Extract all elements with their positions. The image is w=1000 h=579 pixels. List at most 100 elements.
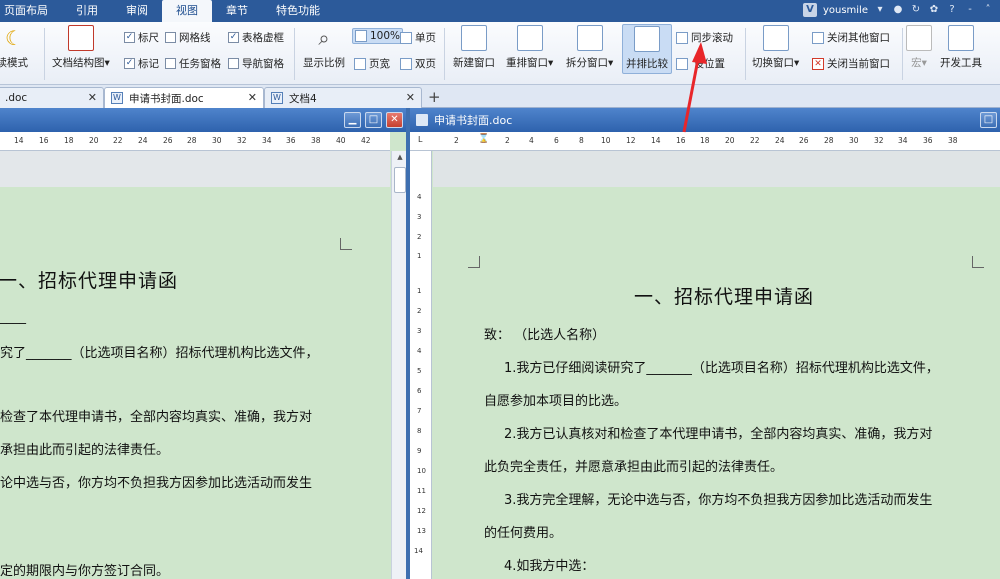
two-pages-button[interactable]: 双页 — [400, 56, 436, 71]
ruler-tick: 30 — [212, 136, 222, 145]
close-icon[interactable]: ✕ — [248, 91, 257, 104]
doc-map-button[interactable]: 文档结构图▾ — [52, 25, 110, 70]
right-horizontal-ruler: L 2 2 4 6 8 10 12 14 16 18 20 22 24 26 2… — [410, 132, 1000, 151]
user-area: V yousmile ▾ ● ↻ ✿ ? ‐ ˄ — [802, 3, 994, 17]
dev-tools-button[interactable]: 开发工具 — [940, 25, 982, 70]
macro-button[interactable]: 宏▾ — [906, 25, 932, 70]
close-icon[interactable]: ✕ — [88, 91, 97, 104]
macro-label: 宏▾ — [911, 57, 927, 69]
zoom-button[interactable]: ⌕ 显示比例 — [303, 25, 345, 70]
refresh-icon[interactable]: ↻ — [910, 4, 922, 16]
help-question-icon[interactable]: ? — [946, 4, 958, 16]
reset-position-button[interactable]: 重设位置 — [676, 56, 725, 71]
split-window-button[interactable]: 拆分窗口▾ — [566, 25, 613, 70]
minimize-button[interactable]: ▁ — [344, 112, 361, 128]
restore-button[interactable]: □ — [980, 112, 997, 128]
ruler-tick: 6 — [554, 136, 559, 145]
ruler-tick: 3 — [417, 327, 422, 335]
tab-doc-3[interactable]: W 文档4 ✕ — [264, 87, 422, 108]
sync-scroll-button[interactable]: 同步滚动 — [676, 30, 733, 45]
close-window-button[interactable]: ✕ — [386, 112, 403, 128]
chevron-up-icon[interactable]: ˄ — [982, 4, 994, 16]
skin-icon[interactable]: ✿ — [928, 4, 940, 16]
right-window-title: 申请书封面.doc — [434, 114, 513, 127]
close-other-icon — [812, 31, 824, 44]
user-name[interactable]: yousmile — [823, 5, 868, 16]
document-icon — [416, 114, 428, 126]
new-window-button[interactable]: 新建窗口 — [453, 25, 495, 70]
page-width-button[interactable]: 页宽 — [354, 56, 390, 71]
ruler-tick: 20 — [725, 136, 735, 145]
indent-marker-icon[interactable]: ⌛ — [478, 134, 489, 144]
menu-view[interactable]: 视图 — [162, 0, 212, 22]
left-horizontal-ruler: 14 16 18 20 22 24 26 28 30 32 34 36 38 4… — [0, 132, 390, 151]
minimize-icon[interactable]: ‐ — [964, 4, 976, 16]
menu-chapter[interactable]: 章节 — [212, 0, 262, 22]
gridlines-checkbox[interactable]: 网格线 — [165, 30, 211, 45]
user-avatar[interactable]: V — [802, 3, 817, 17]
nav-pane-label: 导航窗格 — [242, 58, 284, 70]
tab-doc-2[interactable]: W 申请书封面.doc ✕ — [104, 87, 264, 108]
right-heading: 一、招标代理申请函 — [634, 286, 815, 308]
ruler-label: 标尺 — [138, 32, 159, 44]
left-line-7: 定的期限内与你方签订合同。 — [0, 564, 170, 579]
ruler-tick: 36 — [286, 136, 296, 145]
ribbon-view: ☾ 阅读模式 文档结构图▾ ✓标尺 网格线 ✓表格虚框 ✓标记 任务窗格 导航窗… — [0, 22, 1000, 85]
tab-doc-2-label: 申请书封面.doc — [129, 92, 204, 105]
ruler-tick: 7 — [417, 407, 422, 415]
scrollbar-thumb[interactable] — [394, 167, 406, 193]
ruler-tick: 18 — [64, 136, 74, 145]
switch-window-text: 切换窗口 — [752, 57, 794, 69]
ruler-checkbox[interactable]: ✓ 标尺 — [124, 30, 159, 45]
dev-tools-label: 开发工具 — [940, 57, 982, 69]
menu-page-layout[interactable]: 页面布局 — [0, 0, 62, 22]
dropdown-icon[interactable]: ▾ — [874, 4, 886, 16]
maximize-button[interactable]: □ — [365, 112, 382, 128]
doc-map-icon — [67, 25, 94, 51]
zoom-100-button[interactable]: 100% — [352, 28, 404, 44]
right-vertical-ruler: 4 3 2 1 1 2 3 4 5 6 7 8 9 10 11 12 13 14 — [410, 151, 432, 579]
dev-tools-icon — [948, 25, 974, 51]
close-current-window-button[interactable]: ✕ 关闭当前窗口 — [812, 56, 890, 71]
right-para-3a: 3.我方完全理解，无论中选与否，你方均不负担我方因参加比选活动而发生 — [504, 493, 933, 508]
switch-window-button[interactable]: 切换窗口▾ — [752, 25, 799, 70]
new-tab-plus-icon[interactable]: + — [428, 88, 441, 106]
close-icon[interactable]: ✕ — [406, 91, 415, 104]
reading-mode-button[interactable]: ☾ 阅读模式 — [0, 25, 28, 70]
ruler-tick: 22 — [750, 136, 760, 145]
task-pane-checkbox[interactable]: 任务窗格 — [165, 56, 221, 71]
tab-doc-1[interactable]: .doc ✕ — [0, 87, 104, 108]
left-line-2: 究了_______（比选项目名称）招标代理机构比选文件， — [0, 346, 319, 361]
table-gridlines-checkbox[interactable]: ✓ 表格虚框 — [228, 30, 284, 45]
split-window-text: 拆分窗口 — [566, 57, 608, 69]
right-para-1a: 1.我方已仔细阅读研究了_______（比选项目名称）招标代理机构比选文件， — [504, 361, 939, 376]
ruler-tick: 42 — [361, 136, 371, 145]
new-window-label: 新建窗口 — [453, 57, 495, 69]
side-by-side-label: 并排比较 — [626, 58, 668, 70]
help-icon[interactable]: ● — [892, 4, 904, 16]
menu-review[interactable]: 审阅 — [112, 0, 162, 22]
menu-references[interactable]: 引用 — [62, 0, 112, 22]
ruler-tick: 38 — [948, 136, 958, 145]
page-width-icon — [354, 57, 366, 70]
menu-special-features[interactable]: 特色功能 — [262, 0, 334, 22]
marks-label: 标记 — [138, 58, 159, 70]
left-line-4: 检查了本代理申请书，全部内容均真实、准确，我方对 — [0, 410, 313, 425]
ribbon-separator — [444, 28, 445, 80]
tab-stop-icon[interactable]: L — [418, 135, 422, 144]
nav-pane-checkbox[interactable]: 导航窗格 — [228, 56, 284, 71]
scroll-up-icon[interactable]: ▲ — [394, 153, 406, 164]
marks-checkbox[interactable]: ✓ 标记 — [124, 56, 159, 71]
ruler-tick: 16 — [39, 136, 49, 145]
right-document-window: 申请书封面.doc □ L 2 2 4 6 8 10 12 14 16 18 2… — [410, 108, 1000, 579]
single-page-button[interactable]: 单页 — [400, 30, 436, 45]
switch-window-icon — [762, 25, 789, 51]
close-other-windows-button[interactable]: 关闭其他窗口 — [812, 30, 890, 45]
arrange-window-button[interactable]: 重排窗口▾ — [506, 25, 553, 70]
doc-map-label: 文档结构图▾ — [52, 57, 110, 69]
table-gridlines-label: 表格虚框 — [242, 32, 284, 44]
side-by-side-button[interactable]: 并排比较 — [622, 24, 672, 74]
ruler-tick: 1 — [417, 252, 422, 260]
page-top-gap — [0, 151, 390, 187]
ruler-tick: 14 — [651, 136, 661, 145]
